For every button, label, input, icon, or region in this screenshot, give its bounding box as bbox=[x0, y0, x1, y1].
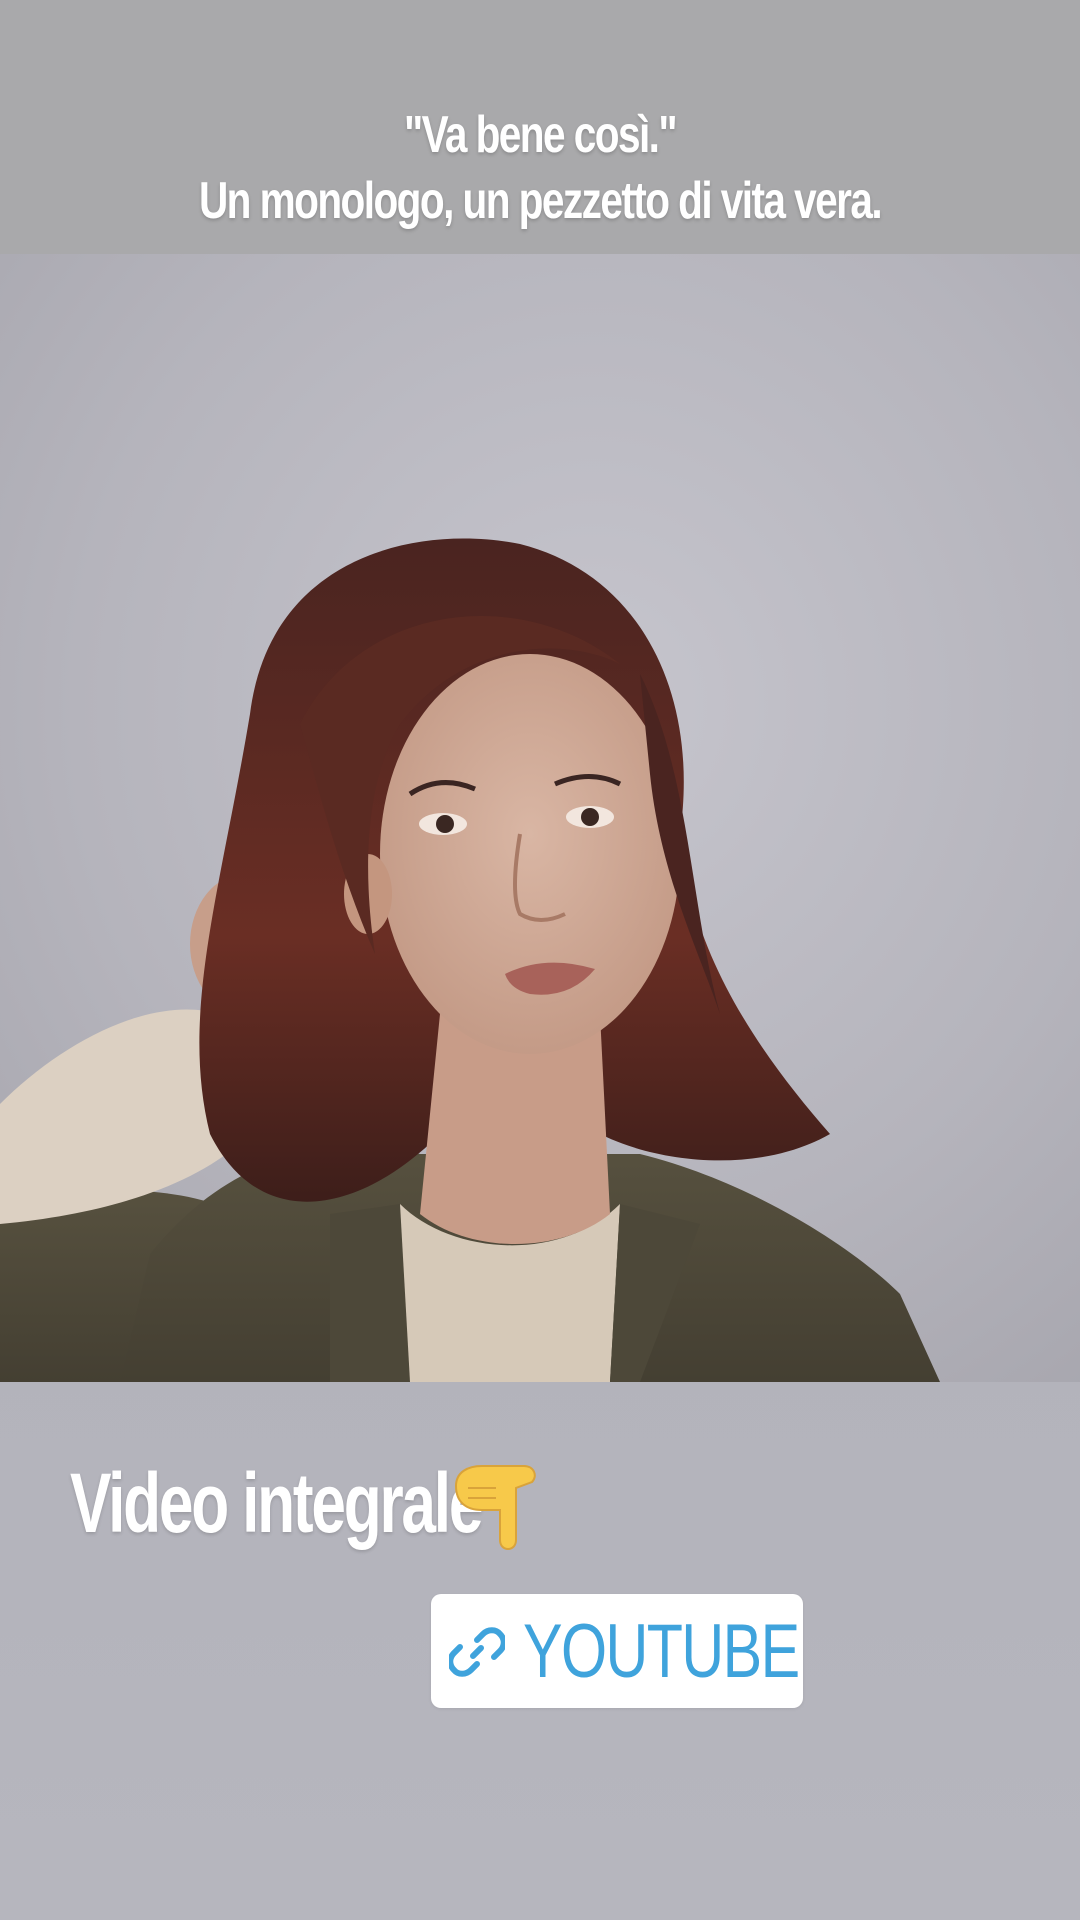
portrait-photo bbox=[0, 254, 1080, 1382]
story-caption: "Va bene così." Un monologo, un pezzetto… bbox=[119, 102, 961, 234]
cta-row: Video integrale bbox=[70, 1448, 626, 1558]
caption-line-2: Un monologo, un pezzetto di vita vera. bbox=[198, 172, 883, 230]
youtube-link-sticker[interactable]: YOUTUBE bbox=[431, 1594, 803, 1708]
story-screen: "Va bene così." Un monologo, un pezzetto… bbox=[0, 0, 1080, 1920]
link-icon bbox=[449, 1627, 505, 1677]
youtube-link-label[interactable]: YOUTUBE bbox=[523, 1612, 800, 1692]
caption-line-1: "Va bene così." bbox=[403, 106, 678, 164]
cta-text: Video integrale bbox=[70, 1455, 483, 1550]
pointing-down-hand-icon bbox=[454, 1465, 536, 1550]
